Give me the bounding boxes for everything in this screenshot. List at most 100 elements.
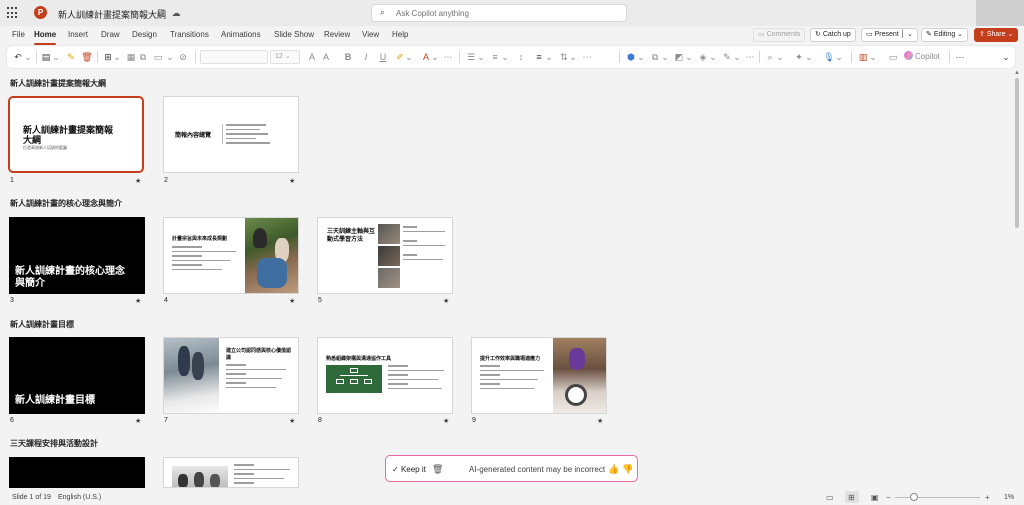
new-slide-dropdown-icon[interactable]: ⌄ (113, 51, 121, 63)
tab-slide-show[interactable]: Slide Show (274, 30, 314, 39)
find-icon[interactable]: ⌕ (764, 51, 776, 63)
slide-star-icon[interactable]: ★ (597, 417, 603, 425)
italic-icon[interactable]: I (361, 51, 371, 63)
slide-star-icon[interactable]: ★ (443, 417, 449, 425)
quick-styles-icon[interactable]: ◩ (673, 51, 685, 63)
zoom-slider-thumb[interactable] (910, 493, 918, 501)
search-box[interactable]: ⌕ Ask Copilot anything (371, 4, 627, 22)
numbering-dropdown-icon[interactable]: ⌄ (501, 51, 509, 63)
comments-button[interactable]: ▭ Comments (753, 28, 806, 42)
tab-review[interactable]: Review (324, 30, 350, 39)
slide-star-icon[interactable]: ★ (135, 417, 141, 425)
more-drawing-icon[interactable]: ⋯ (745, 51, 755, 63)
app-launcher-icon[interactable] (7, 7, 19, 19)
shapes-icon[interactable]: ⬢ (625, 51, 637, 63)
underline-icon[interactable]: U (378, 51, 388, 63)
section-dropdown-icon[interactable]: ⌄ (166, 51, 174, 63)
shape-fill-dropdown-icon[interactable]: ⌄ (709, 51, 717, 63)
arrange-dropdown-icon[interactable]: ⌄ (661, 51, 669, 63)
editing-mode-button[interactable]: ✎ Editing ⌄ (921, 28, 969, 42)
undo-dropdown-icon[interactable]: ⌄ (24, 51, 32, 63)
zoom-in-icon[interactable]: + (985, 493, 990, 502)
tab-view[interactable]: View (362, 30, 379, 39)
slide-thumbnail[interactable]: 計畫宗旨與未來成長規劃 (163, 217, 299, 294)
designer-icon[interactable]: ✦ (793, 51, 805, 63)
slide-star-icon[interactable]: ★ (289, 177, 295, 185)
document-title[interactable]: 新人訓練計畫提案簡報大綱 (58, 8, 166, 21)
font-color-icon[interactable]: A (421, 51, 431, 63)
slide-thumbnail[interactable]: 提升工作效率與職場適應力 (471, 337, 607, 414)
scroll-up-icon[interactable]: ▲ (1014, 70, 1020, 76)
align-dropdown-icon[interactable]: ⌄ (545, 51, 553, 63)
dictate-icon[interactable]: 🎙 (823, 51, 835, 63)
align-text-icon[interactable]: ≡ (533, 51, 545, 63)
slide-thumbnail[interactable]: 新人訓練計畫提案簡報大綱 打造高效新人培訓的藍圖 (8, 96, 144, 173)
undo-icon[interactable]: ↶ (12, 51, 24, 63)
catch-up-button[interactable]: ↻ Catch up (810, 28, 856, 42)
font-family-select[interactable] (200, 50, 268, 64)
normal-view-icon[interactable]: ▭ (826, 493, 834, 502)
slide-thumbnail[interactable] (9, 457, 145, 488)
account-avatar[interactable] (976, 0, 1024, 26)
section-title[interactable]: 三天課程安排與活動設計 (10, 438, 98, 449)
slide-star-icon[interactable]: ★ (135, 297, 141, 305)
highlight-dropdown-icon[interactable]: ⌄ (405, 51, 413, 63)
collapse-ribbon-icon[interactable]: ⌄ (1001, 51, 1011, 63)
arrange-icon[interactable]: ⧉ (649, 51, 661, 63)
tab-design[interactable]: Design (132, 30, 157, 39)
quick-styles-dropdown-icon[interactable]: ⌄ (685, 51, 693, 63)
text-direction-dropdown-icon[interactable]: ⌄ (569, 51, 577, 63)
hide-slide-icon[interactable]: ⊘ (177, 51, 189, 63)
slide-thumbnail[interactable]: 簡報內容總覽 (163, 96, 299, 173)
language-indicator[interactable]: English (U.S.) (58, 494, 101, 501)
share-button[interactable]: ⇪ Share ⌄ (974, 28, 1019, 42)
section-title[interactable]: 新人訓練計畫的核心理念與簡介 (10, 198, 122, 209)
shield-icon[interactable]: ⛉ (155, 7, 167, 19)
designer-dropdown-icon[interactable]: ⌄ (805, 51, 813, 63)
comment-icon[interactable]: ▭ (887, 51, 899, 63)
tab-draw[interactable]: Draw (101, 30, 120, 39)
tab-home[interactable]: Home (34, 30, 56, 39)
section-icon[interactable]: ▭ (152, 51, 164, 63)
more-font-options-icon[interactable]: ⋯ (443, 51, 453, 63)
decrease-font-icon[interactable]: A (321, 51, 331, 63)
more-paragraph-icon[interactable]: ⋯ (582, 51, 592, 63)
slide-thumbnail[interactable]: 建立公司認同感與核心價值認識 (163, 337, 299, 414)
thumbs-up-icon[interactable]: 👍 (608, 464, 619, 475)
find-dropdown-icon[interactable]: ⌄ (776, 51, 784, 63)
slide-thumbnail[interactable]: 新人訓練計畫目標 (9, 337, 145, 414)
delete-icon[interactable]: 🗑 (81, 51, 93, 63)
copilot-button[interactable]: Copilot (904, 51, 940, 61)
shapes-dropdown-icon[interactable]: ⌄ (637, 51, 645, 63)
more-options-icon[interactable]: ··· (953, 51, 967, 63)
tab-transitions[interactable]: Transitions (170, 30, 209, 39)
shape-fill-icon[interactable]: ◈ (697, 51, 709, 63)
font-size-select[interactable]: 12 ⌄ (270, 50, 300, 64)
line-spacing-icon[interactable]: ↕ (515, 51, 527, 63)
reuse-slides-icon[interactable]: ⧉ (137, 51, 149, 63)
slide-thumbnail[interactable]: 熟悉組織架構與溝通協作工具 (317, 337, 453, 414)
vertical-scrollbar[interactable]: ▲ (1013, 70, 1021, 488)
section-title[interactable]: 新人訓練計畫提案簡報大綱 (10, 78, 106, 89)
add-ins-icon[interactable]: ▥ (857, 51, 869, 63)
slide-star-icon[interactable]: ★ (289, 297, 295, 305)
slide-star-icon[interactable]: ★ (135, 177, 141, 185)
bold-icon[interactable]: B (343, 51, 353, 63)
slide-thumbnail[interactable]: 三天訓練主軸與互動式學習方法 (317, 217, 453, 294)
shape-outline-dropdown-icon[interactable]: ⌄ (733, 51, 741, 63)
thumbs-down-icon[interactable]: 👎 (622, 464, 633, 475)
zoom-out-icon[interactable]: − (886, 493, 891, 502)
increase-font-icon[interactable]: A (307, 51, 317, 63)
tab-help[interactable]: Help (392, 30, 408, 39)
add-ins-dropdown-icon[interactable]: ⌄ (869, 51, 877, 63)
slide-thumbnail[interactable] (163, 457, 299, 488)
saved-cloud-icon[interactable]: ☁ (170, 7, 182, 19)
scrollbar-thumb[interactable] (1015, 78, 1019, 228)
bullets-dropdown-icon[interactable]: ⌄ (477, 51, 485, 63)
dictate-dropdown-icon[interactable]: ⌄ (835, 51, 843, 63)
discard-icon[interactable]: 🗑 (432, 464, 443, 475)
slideshow-view-icon[interactable]: ▣ (871, 493, 879, 502)
layout-icon[interactable]: ▦ (125, 51, 137, 63)
tab-animations[interactable]: Animations (221, 30, 261, 39)
paste-dropdown-icon[interactable]: ⌄ (52, 51, 60, 63)
